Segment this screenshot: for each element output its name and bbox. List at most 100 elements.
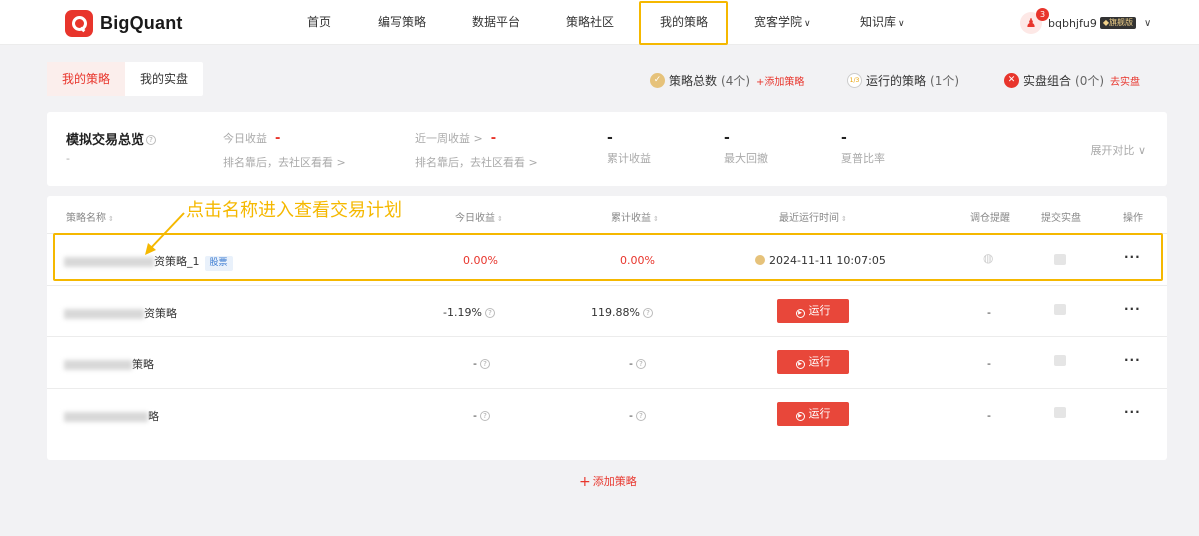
column-header-cumulative[interactable]: 累计收益 ⇕ (611, 209, 659, 224)
column-header-last-run[interactable]: 最近运行时间 ⇕ (779, 209, 847, 224)
cumulative-return-value: - (629, 409, 633, 422)
strategy-name-link[interactable]: 资策略 (64, 305, 177, 321)
sort-icon: ⇕ (108, 215, 114, 223)
run-button[interactable]: ▶ 运行 (777, 402, 849, 426)
nav-item-home[interactable]: 首页 (307, 0, 331, 45)
cumulative-return: 119.88%? (591, 306, 653, 319)
community-link[interactable]: 排名靠后，去社区看看 > (415, 154, 538, 170)
add-strategy-button[interactable]: + 添加策略 (579, 473, 637, 490)
column-header-ops: 操作 (1123, 213, 1143, 224)
help-icon[interactable]: ? (146, 135, 157, 145)
rebalance-reminder: - (987, 409, 991, 422)
plus-icon: + (579, 474, 591, 490)
strategy-name-link[interactable]: 略 (64, 408, 159, 424)
community-link[interactable]: 排名靠后，去社区看看 > (223, 154, 346, 170)
strategy-tabs: 我的策略 我的实盘 (47, 62, 204, 96)
tier-label: 旗舰版 (1108, 18, 1133, 27)
chart-icon[interactable] (1054, 304, 1066, 315)
metric-value: - (607, 130, 613, 146)
run-label: 运行 (808, 304, 831, 317)
nav-item-data-platform[interactable]: 数据平台 (472, 0, 520, 45)
table-row[interactable]: 资策略 -1.19%? 119.88%? ▶ 运行 - ··· (47, 285, 1167, 337)
stat-total-strategies: ✓ 策略总数 (4个) +添加策略 (650, 72, 804, 88)
overview-title-text: 模拟交易总览 (66, 133, 145, 148)
stat-total-label: 策略总数 (669, 73, 718, 88)
column-header-today[interactable]: 今日收益 ⇕ (455, 209, 503, 224)
chevron-down-icon: ∨ (898, 19, 905, 29)
run-button[interactable]: ▶ 运行 (777, 299, 849, 323)
avatar[interactable]: ♟ 3 (1020, 8, 1049, 34)
column-header-label: 策略名称 (66, 213, 106, 224)
strategy-name-suffix: 略 (148, 410, 159, 423)
more-options-button[interactable]: ··· (1124, 302, 1141, 316)
metric-cumulative-return: - 累计收益 (607, 130, 651, 166)
tab-my-live[interactable]: 我的实盘 (125, 62, 203, 96)
column-header-label: 累计收益 (611, 213, 651, 224)
stat-live-portfolios: ✕ 实盘组合 (0个) 去实盘 (1004, 72, 1140, 88)
notification-badge: 3 (1036, 8, 1049, 21)
rebalance-reminder: - (987, 306, 991, 319)
user-menu[interactable]: ♟ 3 bqbhjfu9 ◆旗舰版 ∨ (1020, 8, 1151, 38)
stat-live-count: (0个) (1075, 73, 1105, 88)
stat-running-label: 运行的策略 (866, 73, 927, 88)
nav-item-knowledge-base-label: 知识库 (860, 15, 897, 29)
close-circle-icon: ✕ (1004, 72, 1019, 88)
metric-week-return: 近一周收益 > - 排名靠后，去社区看看 > (415, 130, 538, 170)
nav-item-knowledge-base[interactable]: 知识库 ∨ (860, 0, 905, 45)
column-header-name[interactable]: 策略名称 ⇕ (66, 209, 114, 224)
go-live-link[interactable]: 去实盘 (1110, 73, 1140, 88)
overview-subtitle: - (66, 152, 70, 165)
expand-compare-label: 展开对比 (1090, 144, 1135, 157)
add-strategy-label: 添加策略 (592, 475, 637, 488)
check-circle-icon: ✓ (650, 72, 665, 88)
run-button[interactable]: ▶ 运行 (777, 350, 849, 374)
play-icon: ▶ (795, 360, 805, 369)
chevron-down-icon: ∨ (1137, 144, 1146, 157)
brand-logo[interactable]: BigQuant (65, 10, 183, 37)
add-strategy-link[interactable]: +添加策略 (756, 73, 804, 88)
tab-my-strategies[interactable]: 我的策略 (47, 62, 126, 96)
stat-total-count: (4个) (721, 73, 751, 88)
nav-item-strategy-community[interactable]: 策略社区 (566, 0, 614, 45)
user-figure-icon: ♟ (1025, 16, 1037, 30)
strategy-name-suffix: 资策略 (144, 307, 177, 320)
nav-item-quant-academy-label: 宽客学院 (754, 15, 803, 29)
top-navigation: BigQuant 首页 编写策略 数据平台 策略社区 我的策略 宽客学院 ∨ 知识… (0, 0, 1199, 45)
help-icon[interactable]: ? (635, 411, 646, 421)
my-strategies-highlight-box (639, 1, 728, 45)
metric-max-drawdown: - 最大回撤 (724, 130, 768, 166)
table-row[interactable]: 略 -? -? ▶ 运行 - ··· (47, 388, 1167, 440)
stat-running-strategies: 1/3 运行的策略 (1个) (847, 72, 959, 88)
metric-value: - (275, 131, 281, 146)
nav-item-write-strategy[interactable]: 编写策略 (378, 0, 426, 45)
help-icon[interactable]: ? (484, 308, 495, 318)
progress-ring-icon: 1/3 (847, 72, 862, 88)
more-options-button[interactable]: ··· (1124, 353, 1141, 367)
metric-label[interactable]: 近一周收益 > (415, 132, 483, 145)
expand-compare-button[interactable]: 展开对比 ∨ (1090, 142, 1146, 158)
help-icon[interactable]: ? (642, 308, 653, 318)
redacted-name (64, 360, 132, 370)
chart-icon[interactable] (1054, 407, 1066, 418)
metric-label: 今日收益 (223, 132, 267, 145)
nav-item-quant-academy[interactable]: 宽客学院 ∨ (754, 0, 811, 45)
help-icon[interactable]: ? (479, 411, 490, 421)
stat-live-label: 实盘组合 (1023, 73, 1072, 88)
metric-label: 夏普比率 (841, 152, 885, 165)
first-row-highlight-box (53, 233, 1163, 281)
table-row[interactable]: 策略 -? -? ▶ 运行 - ··· (47, 336, 1167, 388)
cumulative-return: -? (629, 409, 646, 422)
cumulative-return-value: - (629, 357, 633, 370)
today-return: -? (473, 357, 490, 370)
sort-icon: ⇕ (841, 215, 847, 223)
tier-badge: ◆旗舰版 (1099, 17, 1136, 29)
run-label: 运行 (808, 355, 831, 368)
more-options-button[interactable]: ··· (1124, 405, 1141, 419)
strategy-name-link[interactable]: 策略 (64, 356, 154, 372)
help-icon[interactable]: ? (479, 359, 490, 369)
chart-icon[interactable] (1054, 355, 1066, 366)
today-return: -? (473, 409, 490, 422)
help-icon[interactable]: ? (635, 359, 646, 369)
cumulative-return: -? (629, 357, 646, 370)
chevron-down-icon[interactable]: ∨ (1144, 18, 1151, 29)
